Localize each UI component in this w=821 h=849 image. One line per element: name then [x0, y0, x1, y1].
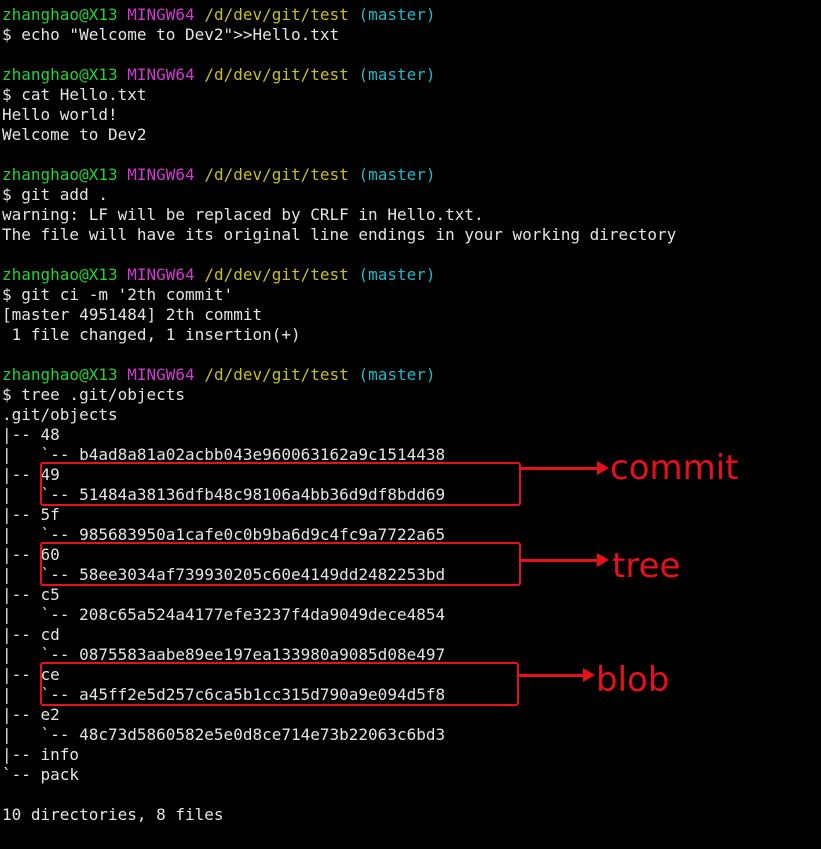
prompt-system: MINGW64	[127, 265, 195, 284]
tree-dir: |-- info	[2, 745, 80, 764]
blob-highlight-box	[40, 662, 519, 706]
prompt-branch: (master)	[358, 365, 436, 384]
prompt-path: /d/dev/git/test	[204, 165, 349, 184]
prompt-system: MINGW64	[127, 365, 195, 384]
tree-dir: |-- e2	[2, 705, 60, 724]
output-line: [master 4951484] 2th commit	[2, 305, 263, 324]
prompt-user: zhanghao@X13	[2, 5, 118, 24]
prompt-path: /d/dev/git/test	[204, 365, 349, 384]
tree-root: .git/objects	[2, 405, 118, 424]
output-line: Hello world!	[2, 105, 118, 124]
commit-highlight-box	[40, 462, 521, 506]
prompt-user: zhanghao@X13	[2, 265, 118, 284]
tree-file: | `-- 48c73d5860582e5e0d8ce714e73b22063c…	[2, 725, 446, 744]
command-line: $ cat Hello.txt	[2, 85, 147, 104]
tree-file: | `-- 208c65a524a4177efe3237f4da9049dece…	[2, 605, 446, 624]
output-line: Welcome to Dev2	[2, 125, 147, 144]
output-line: 1 file changed, 1 insertion(+)	[2, 325, 301, 344]
prompt-user: zhanghao@X13	[2, 165, 118, 184]
warning-line: warning: LF will be replaced by CRLF in …	[2, 205, 484, 224]
prompt-line: zhanghao@X13 MINGW64 /d/dev/git/test (ma…	[2, 265, 821, 285]
prompt-path: /d/dev/git/test	[204, 265, 349, 284]
prompt-system: MINGW64	[127, 5, 195, 24]
tree-annotation-label: tree	[612, 546, 681, 586]
prompt-branch: (master)	[358, 165, 436, 184]
command-line: $ git ci -m '2th commit'	[2, 285, 234, 304]
command-line: $ git add .	[2, 185, 108, 204]
prompt-line: zhanghao@X13 MINGW64 /d/dev/git/test (ma…	[2, 365, 821, 385]
tree-dir: `-- pack	[2, 765, 80, 784]
prompt-line: zhanghao@X13 MINGW64 /d/dev/git/test (ma…	[2, 165, 821, 185]
prompt-path: /d/dev/git/test	[204, 65, 349, 84]
prompt-system: MINGW64	[127, 65, 195, 84]
blob-annotation-label: blob	[596, 660, 670, 700]
command-line: $ echo "Welcome to Dev2">>Hello.txt	[2, 25, 340, 44]
tree-dir: |-- 48	[2, 425, 60, 444]
tree-arrow-icon	[521, 553, 609, 567]
prompt-system: MINGW64	[127, 165, 195, 184]
command-line: $ tree .git/objects	[2, 385, 186, 404]
tree-dir: |-- c5	[2, 585, 60, 604]
warning-line: The file will have its original line end…	[2, 225, 677, 244]
prompt-branch: (master)	[358, 265, 436, 284]
prompt-user: zhanghao@X13	[2, 65, 118, 84]
commit-annotation-label: commit	[610, 448, 739, 488]
blob-arrow-icon	[519, 668, 595, 682]
tree-dir: |-- 5f	[2, 505, 60, 524]
prompt-branch: (master)	[358, 65, 436, 84]
prompt-branch: (master)	[358, 5, 436, 24]
prompt-user: zhanghao@X13	[2, 365, 118, 384]
prompt-line: zhanghao@X13 MINGW64 /d/dev/git/test (ma…	[2, 65, 821, 85]
tree-dir: |-- cd	[2, 625, 60, 644]
tree-highlight-box	[40, 542, 521, 586]
prompt-path: /d/dev/git/test	[204, 5, 349, 24]
commit-arrow-icon	[521, 461, 609, 475]
prompt-line: zhanghao@X13 MINGW64 /d/dev/git/test (ma…	[2, 5, 821, 25]
terminal-window[interactable]: zhanghao@X13 MINGW64 /d/dev/git/test (ma…	[0, 0, 821, 849]
tree-summary: 10 directories, 8 files	[2, 805, 224, 824]
